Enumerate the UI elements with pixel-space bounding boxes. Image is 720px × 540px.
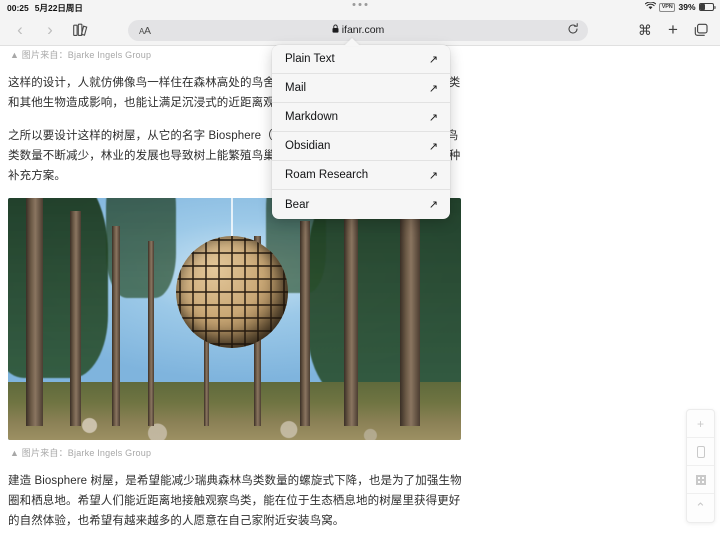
send-to-app-menu[interactable]: Plain Text ↗ Mail ↗ Markdown ↗ Obsidian …: [272, 45, 450, 219]
tree-trunk: [70, 211, 81, 426]
vpn-indicator: VPN: [659, 2, 675, 12]
reload-icon[interactable]: [567, 22, 579, 38]
tabs-icon[interactable]: [688, 18, 714, 42]
ios-status-bar: 00:25 5月22日周日 VPN 39%: [0, 0, 720, 14]
external-link-arrow-icon: ↗: [428, 169, 438, 182]
back-button[interactable]: ‹: [6, 16, 34, 44]
side-qr-code-icon[interactable]: [687, 466, 714, 494]
bookmarks-icon[interactable]: [66, 16, 94, 44]
safari-browser-window: 00:25 5月22日周日 VPN 39% ‹ › AA ifanr.com ⌘…: [0, 0, 720, 540]
status-bar-left: 00:25 5月22日周日: [7, 2, 83, 14]
menu-item-plain-text[interactable]: Plain Text ↗: [272, 45, 450, 74]
article-paragraph-3: 建造 Biosphere 树屋，是希望能减少瑞典森林鸟类数量的螺旋式下降，也是为…: [8, 475, 462, 527]
menu-item-label: Plain Text: [285, 53, 335, 65]
text-size-button[interactable]: AA: [139, 21, 151, 39]
menu-item-label: Markdown: [285, 111, 339, 123]
menu-item-markdown[interactable]: Markdown ↗: [272, 103, 450, 132]
suspension-cable: [231, 198, 233, 240]
menu-item-label: Roam Research: [285, 169, 369, 181]
spherical-birdhouse: [176, 236, 288, 348]
side-phone-icon[interactable]: [687, 438, 714, 466]
dot: [352, 3, 356, 6]
status-bar-right: VPN 39%: [644, 1, 716, 12]
tree-trunk: [400, 198, 420, 426]
tree-canopy: [308, 198, 461, 408]
menu-item-mail[interactable]: Mail ↗: [272, 74, 450, 103]
external-link-arrow-icon: ↗: [428, 199, 438, 211]
external-link-arrow-icon: ↗: [428, 53, 438, 66]
url-text: ifanr.com: [128, 24, 588, 36]
battery-percent: 39%: [678, 2, 696, 12]
menu-pointer-arrow: [344, 38, 360, 46]
wifi-icon: [644, 1, 656, 12]
menu-item-label: Mail: [285, 82, 307, 94]
new-tab-button[interactable]: +: [660, 18, 686, 42]
toolbar-right-buttons: ⌘ +: [632, 18, 714, 42]
floating-side-toolbar: + ⌃: [686, 409, 715, 523]
tree-trunk: [112, 226, 120, 426]
menu-item-label: Bear: [285, 198, 310, 211]
dot: [364, 3, 368, 6]
lock-icon: [332, 24, 339, 36]
menu-item-label: Obsidian: [285, 140, 331, 152]
command-icon[interactable]: ⌘: [632, 18, 658, 42]
side-scroll-up-button[interactable]: ⌃: [687, 494, 714, 522]
status-bar-time: 00:25: [7, 3, 29, 13]
navigation-buttons: ‹ ›: [6, 16, 94, 44]
tree-trunk: [148, 241, 154, 426]
dot: [358, 3, 362, 6]
tree-trunk: [344, 201, 358, 426]
tree-trunk: [300, 221, 310, 426]
forward-button[interactable]: ›: [36, 16, 64, 44]
battery-icon: [699, 3, 716, 11]
image-caption-mid: ▲ 图片来自：Bjarke Ingels Group: [10, 448, 152, 458]
side-add-button[interactable]: +: [687, 410, 714, 438]
status-bar-date: 5月22日周日: [34, 3, 83, 13]
menu-item-bear[interactable]: Bear ↗: [272, 190, 450, 219]
external-link-arrow-icon: ↗: [428, 140, 438, 153]
host-label: ifanr.com: [341, 24, 385, 36]
tree-trunk: [26, 198, 43, 426]
browser-toolbar: ‹ › AA ifanr.com ⌘ +: [0, 14, 720, 46]
menu-item-roam-research[interactable]: Roam Research ↗: [272, 161, 450, 190]
menu-item-obsidian[interactable]: Obsidian ↗: [272, 132, 450, 161]
article-hero-image[interactable]: [8, 198, 461, 440]
external-link-arrow-icon: ↗: [428, 82, 438, 95]
tree-canopy: [8, 198, 108, 378]
multitasking-handle[interactable]: [352, 3, 368, 6]
external-link-arrow-icon: ↗: [428, 111, 438, 124]
